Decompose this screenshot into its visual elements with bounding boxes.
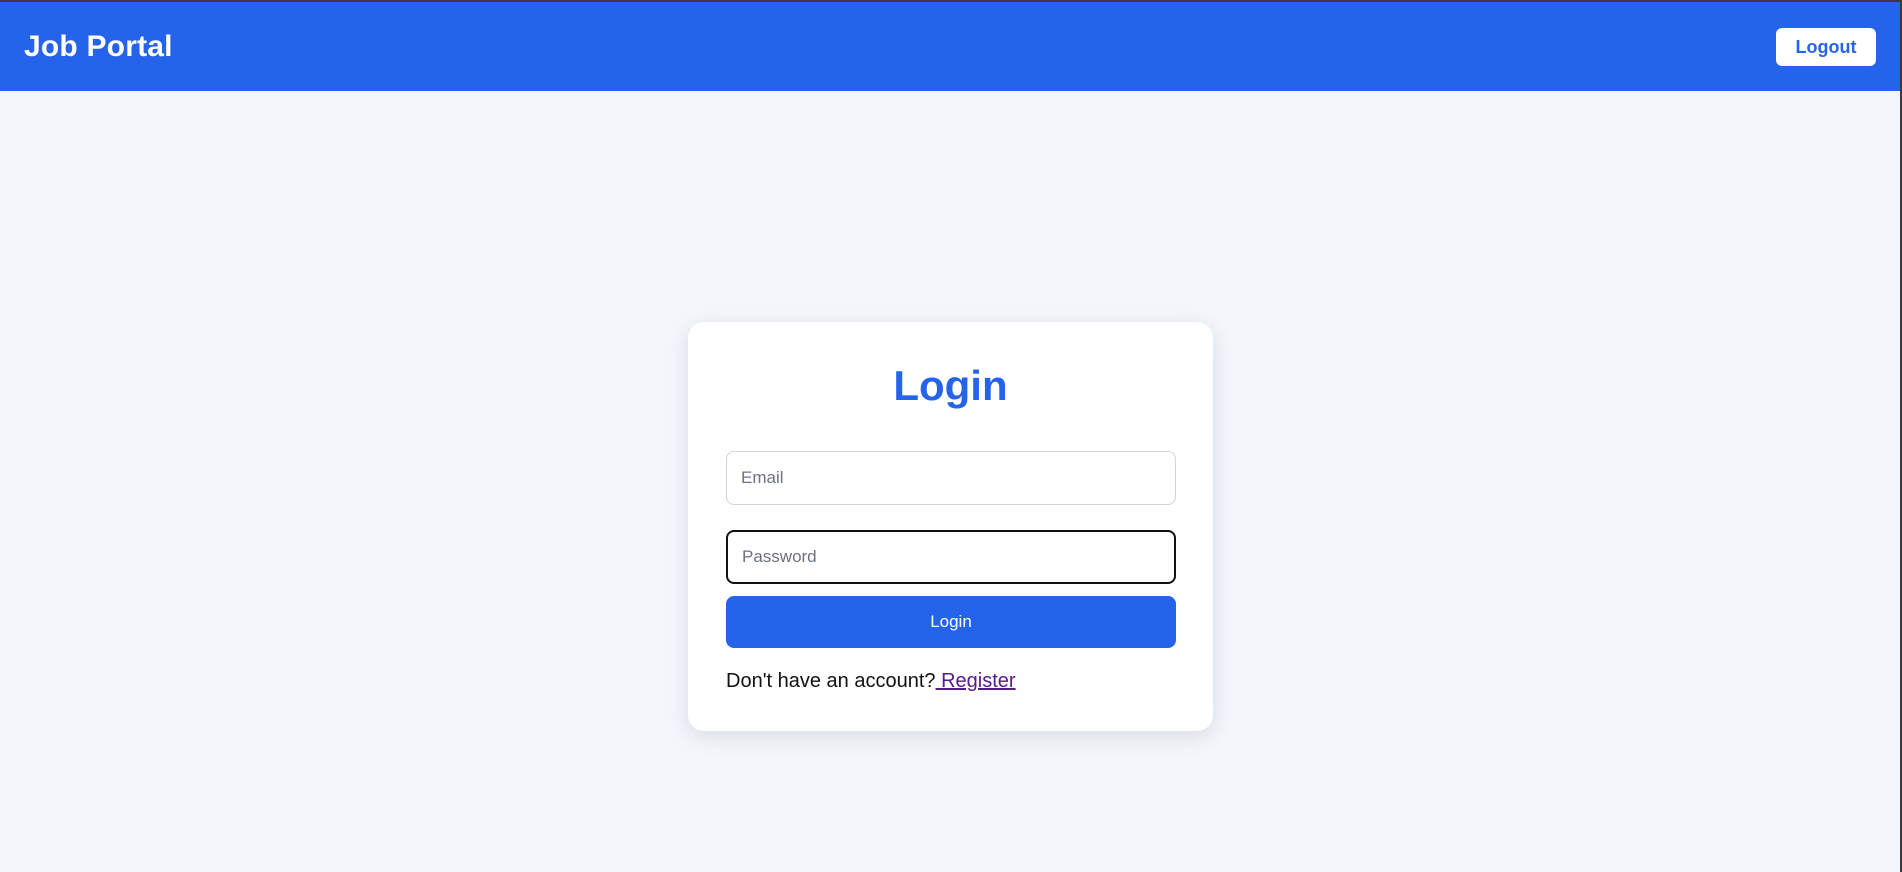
login-title: Login — [893, 362, 1008, 409]
register-prompt-text: Don't have an account? — [726, 670, 936, 692]
login-card: Login Login Don't have an account? Regis… — [688, 322, 1213, 731]
brand-title: Job Portal — [24, 30, 173, 63]
app-viewport: Job Portal Logout Login Login Don't have… — [0, 0, 1902, 872]
login-submit-button[interactable]: Login — [726, 596, 1176, 648]
password-field[interactable] — [726, 530, 1176, 584]
register-link[interactable]: Register — [936, 670, 1015, 692]
logout-button[interactable]: Logout — [1776, 28, 1876, 66]
top-navbar: Job Portal Logout — [0, 2, 1900, 91]
register-prompt-line: Don't have an account? Register — [726, 670, 1016, 693]
email-field[interactable] — [726, 451, 1176, 505]
